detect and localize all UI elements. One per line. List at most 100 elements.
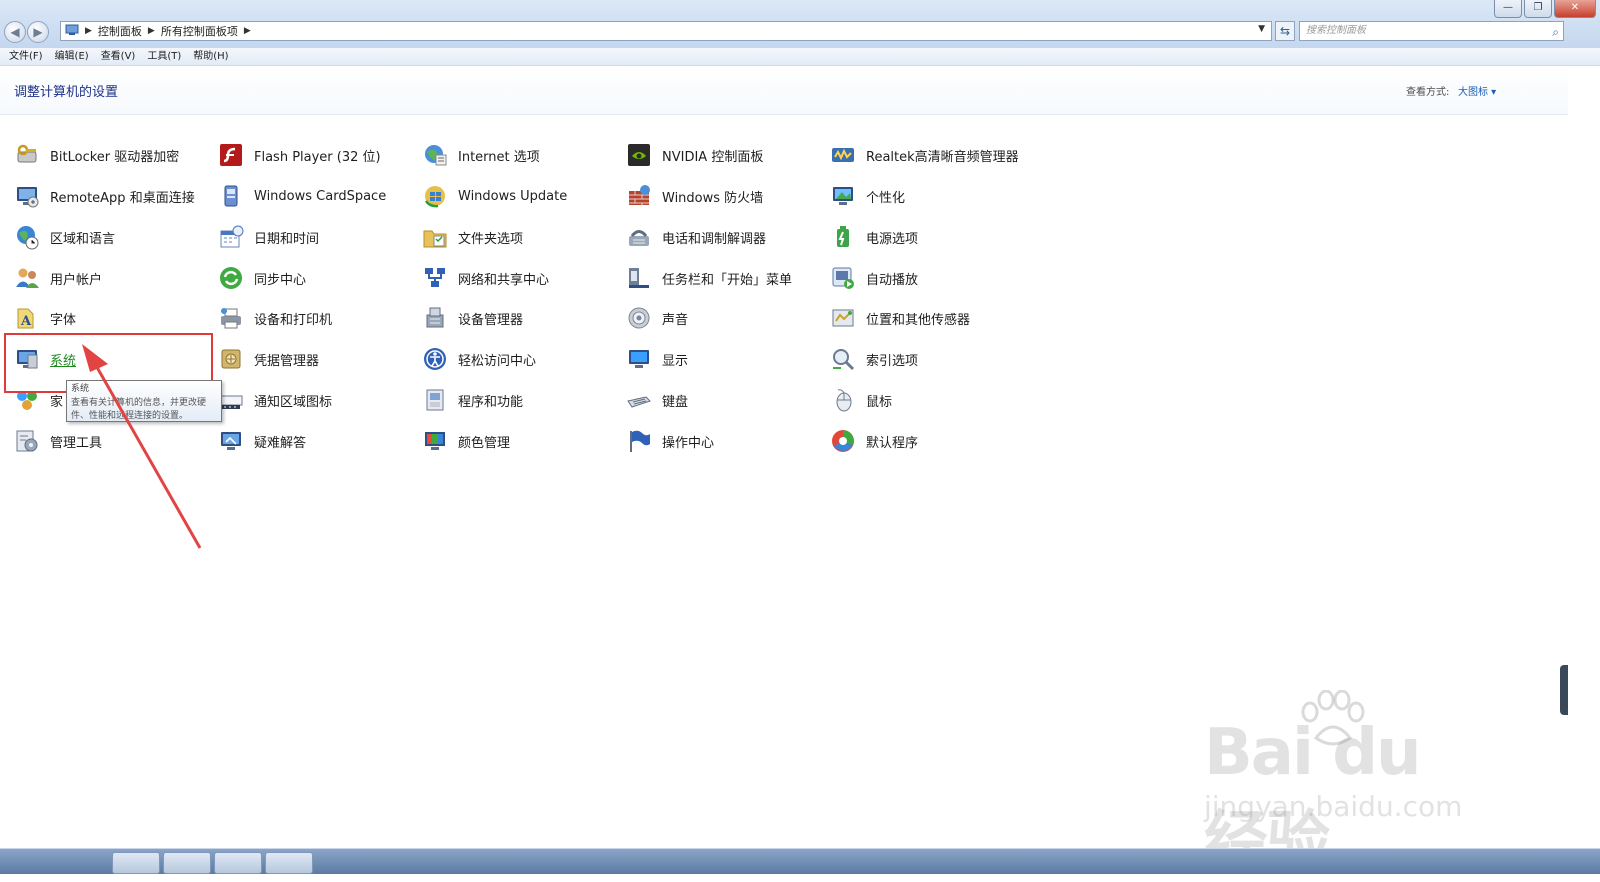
ease-of-access-icon: [422, 346, 448, 372]
item-label: Windows CardSpace: [254, 188, 387, 204]
control-panel-item[interactable]: 电源选项: [830, 221, 918, 253]
remote-desktop-icon: [14, 183, 40, 209]
item-label: 用户帐户: [50, 272, 103, 288]
item-label: 颜色管理: [458, 435, 511, 451]
control-panel-item[interactable]: 索引选项: [830, 343, 918, 375]
calendar-icon: [218, 224, 244, 250]
back-button[interactable]: ◀: [4, 21, 26, 43]
menu-edit[interactable]: 编辑(E): [49, 48, 95, 65]
internet-options-icon: [422, 142, 448, 168]
address-bar[interactable]: ▶ 控制面板 ▶ 所有控制面板项 ▶ ▼: [60, 21, 1272, 41]
search-icon[interactable]: ⌕: [1552, 23, 1559, 41]
control-panel-item[interactable]: 管理工具: [14, 425, 102, 457]
control-panel-item[interactable]: RemoteApp 和桌面连接: [14, 180, 195, 212]
item-label: 索引选项: [866, 353, 919, 369]
side-scroll-handle[interactable]: [1560, 665, 1568, 715]
item-label: 凭据管理器: [254, 353, 320, 369]
breadcrumb-control-panel[interactable]: 控制面板: [98, 23, 142, 39]
troubleshooting-icon: [218, 428, 244, 454]
control-panel-item[interactable]: Windows CardSpace: [218, 180, 386, 212]
control-panel-item[interactable]: 设备和打印机: [218, 302, 332, 334]
control-panel-item[interactable]: 设备管理器: [422, 302, 523, 334]
control-panel-item[interactable]: A 字体: [14, 302, 76, 334]
control-panel-item[interactable]: Internet 选项: [422, 139, 540, 171]
refresh-button[interactable]: ⇆: [1275, 21, 1295, 41]
taskbar-button[interactable]: [265, 852, 313, 874]
mouse-icon: [830, 387, 856, 413]
control-panel-item[interactable]: 声音: [626, 302, 688, 334]
item-label: 电话和调制解调器: [662, 231, 767, 247]
item-label: 家: [50, 394, 64, 410]
control-panel-item[interactable]: NVIDIA 控制面板: [626, 139, 763, 171]
control-panel-item[interactable]: BitLocker 驱动器加密: [14, 139, 179, 171]
breadcrumb-separator-icon: ▶: [147, 26, 155, 36]
menu-view[interactable]: 查看(V): [95, 48, 142, 65]
search-placeholder: 搜索控制面板: [1306, 25, 1366, 36]
menu-help[interactable]: 帮助(H): [187, 48, 234, 65]
breadcrumb-separator-icon: ▶: [85, 26, 92, 36]
address-dropdown-icon[interactable]: ▼: [1258, 24, 1265, 34]
keyboard-icon: [626, 387, 652, 413]
control-panel-item[interactable]: 同步中心: [218, 262, 306, 294]
item-label: Windows 防火墙: [662, 190, 764, 206]
control-panel-item[interactable]: 日期和时间: [218, 221, 319, 253]
item-label: 区域和语言: [50, 231, 116, 247]
close-button[interactable]: ✕: [1554, 0, 1596, 18]
maximize-button[interactable]: ❐: [1524, 0, 1552, 18]
menu-tools[interactable]: 工具(T): [141, 48, 187, 65]
taskbar-button[interactable]: [214, 852, 262, 874]
globe-clock-icon: [14, 224, 40, 250]
menu-file[interactable]: 文件(F): [3, 48, 49, 65]
control-panel-item[interactable]: 任务栏和「开始」菜单: [626, 262, 792, 294]
control-panel-item[interactable]: 默认程序: [830, 425, 918, 457]
view-mode-dropdown[interactable]: 大图标 ▾: [1458, 83, 1496, 98]
taskbar-button[interactable]: [163, 852, 211, 874]
control-panel-item[interactable]: 键盘: [626, 384, 688, 416]
cardspace-icon: [218, 183, 244, 209]
control-panel-item[interactable]: 程序和功能: [422, 384, 523, 416]
control-panel-item[interactable]: 位置和其他传感器: [830, 302, 970, 334]
control-panel-item[interactable]: 电话和调制解调器: [626, 221, 766, 253]
control-panel-item[interactable]: 鼠标: [830, 384, 892, 416]
control-panel-item[interactable]: 操作中心: [626, 425, 714, 457]
item-label: 网络和共享中心: [458, 272, 550, 288]
forward-button[interactable]: ▶: [27, 21, 49, 43]
control-panel-item[interactable]: 个性化: [830, 180, 905, 212]
item-label: 文件夹选项: [458, 231, 524, 247]
control-panel-item[interactable]: 区域和语言: [14, 221, 115, 253]
item-label: Realtek高清晰音频管理器: [866, 149, 1019, 165]
firewall-icon: [626, 183, 652, 209]
control-panel-item[interactable]: 自动播放: [830, 262, 918, 294]
back-arrow-icon: ◀: [10, 25, 20, 39]
control-panel-item[interactable]: Realtek高清晰音频管理器: [830, 139, 1019, 171]
control-panel-item[interactable]: 用户帐户: [14, 262, 102, 294]
phone-modem-icon: [626, 224, 652, 250]
search-input[interactable]: 搜索控制面板 ⌕: [1299, 21, 1564, 41]
item-label: 鼠标: [866, 394, 893, 410]
breadcrumb-all-items[interactable]: 所有控制面板项: [161, 23, 238, 39]
default-programs-icon: [830, 428, 856, 454]
control-panel-item[interactable]: 凭据管理器: [218, 343, 319, 375]
taskbar-button[interactable]: [112, 852, 160, 874]
item-label: 日期和时间: [254, 231, 320, 247]
control-panel-item[interactable]: 轻松访问中心: [422, 343, 536, 375]
control-panel-item[interactable]: Windows 防火墙: [626, 180, 763, 212]
item-label: 设备管理器: [458, 312, 524, 328]
control-panel-item[interactable]: Flash Player (32 位): [218, 139, 381, 171]
control-panel-item[interactable]: Windows Update: [422, 180, 567, 212]
minimize-button[interactable]: —: [1494, 0, 1522, 18]
control-panel-item[interactable]: 网络和共享中心: [422, 262, 549, 294]
forward-arrow-icon: ▶: [33, 25, 43, 39]
control-panel-item[interactable]: 颜色管理: [422, 425, 510, 457]
content-header: 调整计算机的设置 查看方式: 大图标 ▾: [0, 66, 1568, 115]
watermark-url: jingyan.baidu.com: [1204, 790, 1463, 823]
control-panel-item[interactable]: 疑难解答: [218, 425, 306, 457]
item-label: Windows Update: [458, 188, 568, 204]
realtek-audio-icon: [830, 142, 856, 168]
control-panel-item[interactable]: 显示: [626, 343, 688, 375]
window-controls: — ❐ ✕: [1494, 0, 1596, 18]
item-label: 轻松访问中心: [458, 353, 537, 369]
control-panel-item[interactable]: 文件夹选项: [422, 221, 523, 253]
item-label: 键盘: [662, 394, 689, 410]
control-panel-item[interactable]: 通知区域图标: [218, 384, 332, 416]
